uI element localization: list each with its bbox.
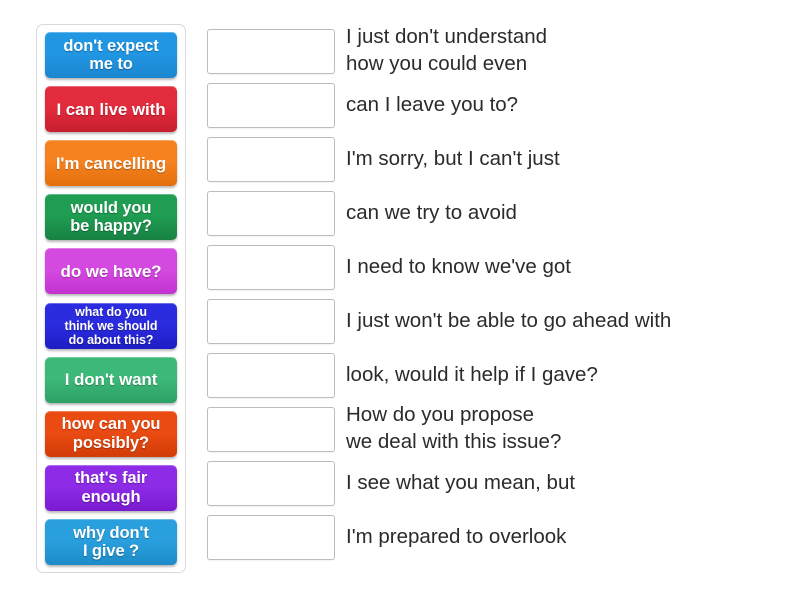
draggable-tile[interactable]: do we have? [45, 248, 177, 295]
prompt-text: How do you propose we deal with this iss… [346, 403, 562, 453]
draggable-tile[interactable]: that's fair enough [45, 464, 177, 511]
prompt-text: I just won't be able to go ahead with [346, 308, 672, 332]
answer-dropzone[interactable] [207, 406, 335, 452]
prompt-text: I see what you mean, but [346, 470, 576, 494]
answer-dropzone[interactable] [207, 352, 335, 398]
prompt-row: I need to know we've got [207, 240, 777, 294]
draggable-tile[interactable]: don't expect me to [45, 32, 177, 78]
draggable-tile[interactable]: I can live with [45, 86, 177, 133]
draggable-tile[interactable]: I don't want [45, 356, 177, 403]
answer-dropzone[interactable] [207, 298, 335, 344]
prompt-row: can we try to avoid [207, 186, 777, 240]
prompt-text: look, would it help if I gave? [346, 362, 598, 386]
prompt-text: I just don't understand how you could ev… [346, 25, 548, 75]
prompt-text: can we try to avoid [346, 200, 517, 224]
answer-dropzone[interactable] [207, 28, 335, 74]
draggable-tile[interactable]: would you be happy? [45, 194, 177, 241]
prompt-rows: I just don't understand how you could ev… [207, 24, 777, 564]
prompt-row: I'm prepared to overlook [207, 510, 777, 564]
draggable-tile[interactable]: why don't I give ? [45, 518, 177, 565]
matchup-activity-root: don't expect me to I can live with I'm can… [0, 0, 800, 600]
prompt-row: I'm sorry, but I can't just [207, 132, 777, 186]
prompt-row: I just don't understand how you could ev… [207, 24, 777, 78]
answer-dropzone[interactable] [207, 82, 335, 128]
tile-panel: don't expect me to I can live with I'm can… [36, 24, 186, 573]
answer-dropzone[interactable] [207, 514, 335, 560]
prompt-row: I see what you mean, but [207, 456, 777, 510]
prompt-text: I'm prepared to overlook [346, 524, 567, 548]
prompt-row: look, would it help if I gave? [207, 348, 777, 402]
prompt-row: I just won't be able to go ahead with [207, 294, 777, 348]
prompt-row: How do you propose we deal with this iss… [207, 402, 777, 456]
prompt-row: can I leave you to? [207, 78, 777, 132]
draggable-tile[interactable]: what do you think we should do about thi… [45, 302, 177, 349]
answer-dropzone[interactable] [207, 460, 335, 506]
tile-list: don't expect me to I can live with I'm can… [43, 32, 179, 565]
answer-dropzone[interactable] [207, 244, 335, 290]
answer-dropzone[interactable] [207, 136, 335, 182]
prompt-text: I need to know we've got [346, 254, 571, 278]
draggable-tile[interactable]: how can you possibly? [45, 410, 177, 457]
answer-dropzone[interactable] [207, 190, 335, 236]
draggable-tile[interactable]: I'm cancelling [45, 140, 177, 187]
prompt-text: can I leave you to? [346, 92, 519, 116]
prompt-text: I'm sorry, but I can't just [346, 146, 560, 170]
